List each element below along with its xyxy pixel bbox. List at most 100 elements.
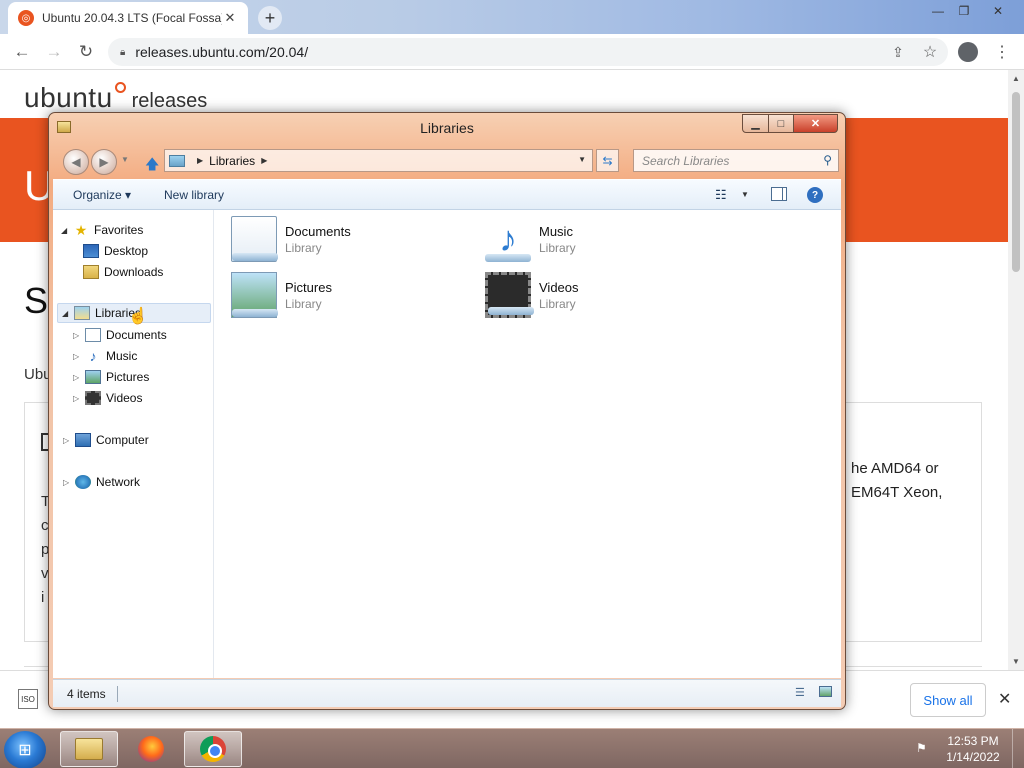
library-type: Library <box>285 241 322 255</box>
explorer-command-bar: Organize ▾ New library ☷ ▼ ? <box>53 179 841 210</box>
status-divider <box>117 686 118 702</box>
explorer-search-input[interactable]: Search Libraries ⚲ <box>633 149 839 172</box>
library-item[interactable]: Documents Library <box>231 216 471 262</box>
documents-icon <box>85 328 101 342</box>
collapsed-arrow-icon[interactable]: ▷ <box>63 478 73 487</box>
explorer-address-bar[interactable]: ▶ Libraries ▶ ▼ <box>164 149 593 172</box>
help-icon[interactable]: ? <box>807 187 823 203</box>
favorites-star-icon: ★ <box>74 221 88 238</box>
explorer-titlebar[interactable]: Libraries ▁ □ ✕ <box>49 113 845 143</box>
change-view-icon[interactable]: ☷ <box>715 187 727 203</box>
show-all-downloads-button[interactable]: Show all <box>910 683 986 717</box>
scrollbar-thumb[interactable] <box>1012 92 1020 272</box>
browser-tab[interactable]: ◎ Ubuntu 20.04.3 LTS (Focal Fossa) ✕ <box>8 2 248 34</box>
preview-pane-icon[interactable] <box>771 187 787 201</box>
nav-documents-label: Documents <box>106 328 167 342</box>
collapsed-arrow-icon[interactable]: ▷ <box>73 331 83 340</box>
nav-computer[interactable]: ▷ Computer <box>63 430 149 450</box>
library-item[interactable]: ♪ Music Library <box>485 216 725 262</box>
pictures-icon <box>85 370 101 384</box>
breadcrumb-libraries[interactable]: Libraries <box>209 154 255 168</box>
explorer-close-button[interactable]: ✕ <box>793 114 838 133</box>
nav-pictures-label: Pictures <box>106 370 150 384</box>
explorer-maximize-button[interactable]: □ <box>768 114 794 133</box>
ubuntu-circle-icon <box>114 82 126 93</box>
taskbar-explorer-button[interactable] <box>60 731 118 767</box>
new-library-button[interactable]: New library <box>164 188 224 202</box>
explorer-forward-button[interactable]: ▶ <box>91 149 117 175</box>
ubuntu-releases-logo[interactable]: ubuntu releases <box>24 82 207 114</box>
windows-taskbar: ⊞ ⚑ 12:53 PM 1/14/2022 <box>0 728 1024 768</box>
library-item[interactable]: Videos Library <box>485 272 725 318</box>
chrome-icon <box>200 736 226 762</box>
taskbar-firefox-button[interactable] <box>122 731 180 767</box>
browser-toolbar: ← → ↻ 🔒︎ releases.ubuntu.com/20.04/ ⇪ ☆ … <box>0 34 1024 70</box>
show-desktop-button[interactable] <box>1012 729 1024 768</box>
explorer-minimize-button[interactable]: ▁ <box>742 114 769 133</box>
windows-start-icon[interactable]: ⊞ <box>4 731 46 768</box>
breadcrumb-separator-icon[interactable]: ▶ <box>197 156 203 165</box>
collapsed-arrow-icon[interactable]: ▷ <box>73 394 83 403</box>
large-icons-view-icon[interactable] <box>819 686 832 697</box>
scroll-down-icon[interactable]: ▼ <box>1012 657 1020 666</box>
breadcrumb-separator-icon[interactable]: ▶ <box>261 156 267 165</box>
expanded-arrow-icon[interactable]: ◢ <box>61 226 71 235</box>
explorer-back-button[interactable]: ◀ <box>63 149 89 175</box>
download-shelf-close-icon[interactable]: ✕ <box>998 689 1011 709</box>
search-placeholder: Search Libraries <box>642 153 730 168</box>
nav-pictures[interactable]: ▷ Pictures <box>73 367 149 387</box>
details-view-icon[interactable]: ☰ <box>795 686 805 699</box>
collapsed-arrow-icon[interactable]: ▷ <box>63 436 73 445</box>
nav-music[interactable]: ▷ ♪ Music <box>73 346 137 366</box>
nav-videos-label: Videos <box>106 391 143 405</box>
reload-icon[interactable]: ↻ <box>74 40 98 64</box>
card-text-line: i <box>41 589 45 606</box>
new-tab-button[interactable]: + <box>258 6 282 30</box>
share-icon[interactable]: ⇪ <box>886 40 910 64</box>
up-level-arrow-icon[interactable]: 🡅 <box>145 154 159 178</box>
explorer-refresh-button[interactable]: ⇆ <box>596 149 619 172</box>
library-content-pane: Documents Library ♪ Music Library Pictur… <box>215 210 841 678</box>
organize-menu-button[interactable]: Organize ▾ <box>73 188 131 202</box>
action-center-flag-icon[interactable]: ⚑ <box>916 741 930 755</box>
logo-suffix: releases <box>131 90 208 112</box>
expanded-arrow-icon[interactable]: ◢ <box>62 309 72 318</box>
libraries-folder-icon <box>169 154 185 167</box>
back-arrow-icon[interactable]: ← <box>10 40 34 64</box>
address-dropdown-icon[interactable]: ▼ <box>578 155 586 164</box>
address-bar[interactable]: 🔒︎ releases.ubuntu.com/20.04/ <box>108 38 948 66</box>
library-item[interactable]: Pictures Library <box>231 272 471 318</box>
browser-minimize-button[interactable]: — <box>924 2 952 20</box>
search-icon[interactable]: ⚲ <box>823 153 832 167</box>
tab-close-icon[interactable]: ✕ <box>222 10 238 26</box>
library-name: Videos <box>539 280 579 295</box>
page-scrollbar[interactable]: ▲ ▼ <box>1008 70 1024 670</box>
nav-desktop[interactable]: Desktop <box>83 241 148 261</box>
collapsed-arrow-icon[interactable]: ▷ <box>73 373 83 382</box>
scroll-up-icon[interactable]: ▲ <box>1012 74 1020 83</box>
nav-downloads[interactable]: Downloads <box>83 262 163 282</box>
nav-documents[interactable]: ▷ Documents <box>73 325 167 345</box>
browser-menu-icon[interactable]: ⋮ <box>990 40 1014 64</box>
explorer-status-bar: 4 items ☰ <box>53 679 841 707</box>
collapsed-arrow-icon[interactable]: ▷ <box>73 352 83 361</box>
clock-date: 1/14/2022 <box>946 750 1000 764</box>
iso-file-icon[interactable]: ISO <box>18 689 38 709</box>
documents-library-icon <box>231 216 278 262</box>
system-clock[interactable]: 12:53 PM 1/14/2022 <box>940 733 1006 765</box>
ubuntu-favicon-icon: ◎ <box>18 10 34 26</box>
forward-arrow-icon[interactable]: → <box>42 40 66 64</box>
nav-favorites[interactable]: ◢ ★ Favorites <box>61 220 143 240</box>
view-options-dropdown-icon[interactable]: ▼ <box>741 190 749 199</box>
bookmark-star-icon[interactable]: ☆ <box>918 40 942 64</box>
lock-icon: 🔒︎ <box>120 46 126 58</box>
taskbar-chrome-button[interactable] <box>184 731 242 767</box>
nav-network[interactable]: ▷ Network <box>63 472 140 492</box>
logo-word: ubuntu <box>24 82 113 113</box>
nav-videos[interactable]: ▷ Videos <box>73 388 142 408</box>
profile-avatar-icon[interactable] <box>958 42 978 62</box>
downloads-folder-icon <box>83 265 99 279</box>
recent-pages-chevron-icon[interactable]: ▼ <box>121 155 129 164</box>
browser-restore-button[interactable]: ❐ <box>950 2 978 20</box>
browser-close-button[interactable]: ✕ <box>984 2 1012 20</box>
